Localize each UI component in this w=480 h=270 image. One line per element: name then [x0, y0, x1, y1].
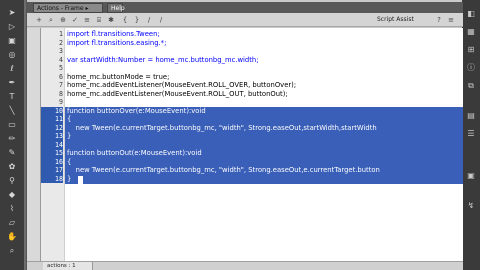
line-number-gutter: 1 2 3 4 5 6 7 8 9 10 11 12 13 14 15 16 17 18 — [41, 28, 65, 261]
line-number: 12 — [41, 123, 63, 132]
paint-bucket-tool-icon[interactable]: ◆ — [6, 190, 18, 200]
code-editor[interactable]: 1 2 3 4 5 6 7 8 9 10 11 12 13 14 15 16 17 18 import fl.tr… — [41, 28, 463, 261]
library-panel-icon[interactable]: ▤ — [464, 110, 478, 122]
bone-tool-icon[interactable]: ⚲ — [6, 176, 18, 186]
menu-icon[interactable]: ≡ — [447, 16, 455, 24]
swatches-panel-icon[interactable]: ▦ — [464, 26, 478, 38]
deco-tool-icon[interactable]: ✿ — [6, 162, 18, 172]
selection-tool-icon[interactable]: ➤ — [6, 8, 18, 18]
3d-rotation-tool-icon[interactable]: ◎ — [6, 50, 18, 60]
code-line: { — [67, 157, 72, 166]
subselection-tool-icon[interactable]: ▷ — [6, 22, 18, 32]
script-navigator[interactable] — [27, 28, 41, 261]
debug-icon[interactable]: ✱ — [107, 16, 115, 24]
pencil-tool-icon[interactable]: ✏ — [6, 134, 18, 144]
brush-tool-icon[interactable]: ✎ — [6, 148, 18, 158]
line-number: 2 — [59, 38, 63, 47]
info-panel-icon[interactable]: ⓘ — [464, 62, 478, 74]
eyedropper-tool-icon[interactable]: ⌇ — [6, 204, 18, 214]
line-number: 5 — [59, 64, 63, 72]
code-line: } — [67, 132, 72, 140]
actions-toolbar: + ⌕ ⊕ ✓ ≡ ⌸ ✱ { } / ∕ Script Assist ? ≡ — [27, 13, 463, 27]
hand-tool-icon[interactable]: ✋ — [6, 232, 18, 242]
code-line: function buttonOver(e:MouseEvent):void — [67, 106, 206, 115]
transform-panel-icon[interactable]: ⧉ — [464, 80, 478, 92]
right-panel-strip: ◧ ▦ ⊞ ⓘ ⧉ ▤ ☰ ▣ ↯ — [462, 0, 480, 270]
properties-panel-icon[interactable]: ☰ — [464, 128, 478, 140]
uncomment-icon[interactable]: ∕ — [157, 16, 165, 24]
color-panel-icon[interactable]: ◧ — [464, 8, 478, 20]
code-line: function buttonOut(e:MouseEvent):void — [67, 149, 202, 157]
code-line: new Tween(e.currentTarget.buttonbg_mc, "… — [67, 166, 380, 174]
rectangle-tool-icon[interactable]: ▭ — [6, 120, 18, 130]
script-assist-button[interactable]: Script Assist — [377, 15, 423, 25]
collapse-icon[interactable]: { — [121, 16, 129, 24]
tab-actions-frame[interactable]: Actions - Frame ▸ — [33, 3, 103, 13]
text-tool-icon[interactable]: T — [6, 92, 18, 102]
line-number: 7 — [59, 81, 63, 89]
free-transform-tool-icon[interactable]: ▣ — [6, 36, 18, 46]
code-line: import fl.transitions.easing.*; — [67, 38, 167, 47]
actions-panel: Actions - Frame ▸ Help + ⌕ ⊕ ✓ ≡ ⌸ ✱ { }… — [26, 0, 463, 270]
status-bar: actions : 1 — [27, 261, 463, 270]
help-icon[interactable]: ? — [435, 16, 443, 24]
line-number: 15 — [41, 149, 63, 158]
tools-panel: ➤ ▷ ▣ ◎ ℓ ✒ T ╲ ▭ ✏ ✎ ✿ ⚲ ◆ ⌇ ▱ ✋ ⌕ — [0, 0, 24, 270]
line-number: 3 — [59, 47, 63, 55]
line-number: 10 — [41, 106, 63, 115]
code-line: var startWidth:Number = home_mc.buttonbg… — [67, 55, 259, 64]
comment-icon[interactable]: / — [145, 16, 153, 24]
components-panel-icon[interactable]: ▣ — [464, 170, 478, 182]
line-number: 18 — [41, 174, 63, 183]
line-number: 13 — [41, 132, 63, 141]
align-panel-icon[interactable]: ⊞ — [464, 44, 478, 56]
line-number: 16 — [41, 157, 63, 166]
line-number: 14 — [41, 140, 63, 149]
expand-icon[interactable]: } — [133, 16, 141, 24]
lasso-tool-icon[interactable]: ℓ — [6, 64, 18, 74]
code-line: { — [67, 115, 72, 123]
code-line: home_mc.addEventListener(MouseEvent.ROLL… — [67, 89, 288, 98]
line-number: 17 — [41, 166, 63, 175]
code-line: home_mc.buttonMode = true; — [67, 72, 170, 81]
line-number: 4 — [59, 55, 63, 64]
motion-presets-icon[interactable]: ↯ — [464, 200, 478, 212]
zoom-tool-icon[interactable]: ⌕ — [6, 246, 18, 256]
code-line: } — [67, 174, 72, 183]
check-syntax-icon[interactable]: ✓ — [71, 16, 79, 24]
code-line: import fl.transitions.Tween; — [67, 30, 160, 38]
find-icon[interactable]: ⌕ — [47, 16, 55, 24]
target-icon[interactable]: ⊕ — [59, 16, 67, 24]
pen-tool-icon[interactable]: ✒ — [6, 78, 18, 88]
tab-help[interactable]: Help — [107, 3, 125, 13]
line-number: 8 — [59, 89, 63, 98]
code-line: new Tween(e.currentTarget.buttonbg_mc, "… — [67, 123, 377, 132]
panel-tab-bar: Actions - Frame ▸ Help — [27, 2, 463, 13]
line-number: 11 — [41, 115, 63, 124]
text-caret — [78, 176, 83, 184]
line-number: 9 — [59, 98, 63, 106]
code-line: home_mc.addEventListener(MouseEvent.ROLL… — [67, 81, 297, 89]
line-number: 6 — [59, 72, 63, 81]
add-icon[interactable]: + — [35, 16, 43, 24]
actions-layer-tab[interactable]: actions : 1 — [43, 262, 93, 270]
eraser-tool-icon[interactable]: ▱ — [6, 218, 18, 228]
line-number: 1 — [59, 30, 63, 38]
auto-format-icon[interactable]: ≡ — [83, 16, 91, 24]
code-hint-icon[interactable]: ⌸ — [95, 16, 103, 24]
line-tool-icon[interactable]: ╲ — [6, 106, 18, 116]
